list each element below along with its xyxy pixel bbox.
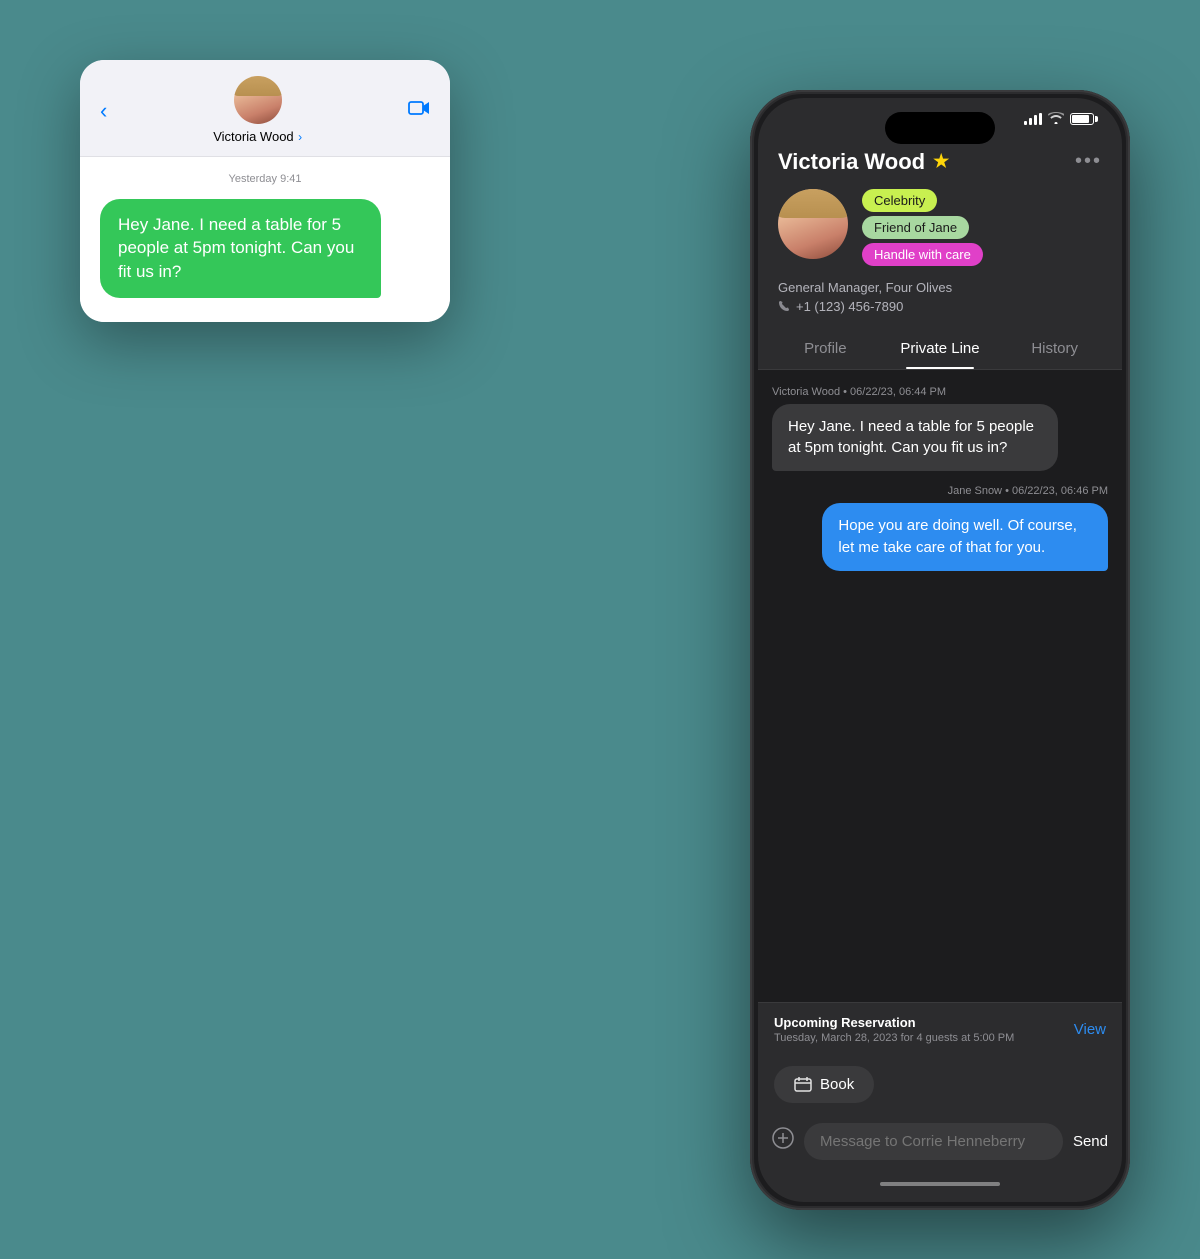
view-reservation-button[interactable]: View (1074, 1021, 1106, 1038)
book-bar: Book (758, 1056, 1122, 1113)
reservation-info: Upcoming Reservation Tuesday, March 28, … (774, 1015, 1014, 1044)
chat-area: Victoria Wood • 06/22/23, 06:44 PM Hey J… (758, 370, 1122, 1002)
imessage-header: ‹ Victoria Wood › (80, 60, 450, 157)
wifi-icon (1048, 112, 1064, 127)
imessage-contact: Victoria Wood › (117, 76, 398, 146)
book-button[interactable]: Book (774, 1066, 874, 1103)
contact-header: Victoria Wood ★ ••• Celebrity (758, 133, 1122, 326)
tab-private-line[interactable]: Private Line (883, 326, 998, 369)
reservation-title: Upcoming Reservation (774, 1015, 1014, 1030)
tab-profile[interactable]: Profile (768, 326, 883, 369)
message-row: Victoria Wood • 06/22/23, 06:44 PM Hey J… (772, 386, 1108, 472)
message-meta-received: Victoria Wood • 06/22/23, 06:44 PM (772, 386, 1108, 398)
contact-job-title: General Manager, Four Olives (778, 280, 1102, 295)
contact-avatar (778, 189, 848, 259)
reservation-bar: Upcoming Reservation Tuesday, March 28, … (758, 1002, 1122, 1056)
home-indicator (758, 1174, 1122, 1202)
imessage-body: Yesterday 9:41 Hey Jane. I need a table … (80, 157, 450, 322)
tag-celebrity: Celebrity (862, 189, 937, 212)
avatar (234, 76, 282, 124)
status-bar (758, 98, 1122, 133)
status-icons (1024, 112, 1094, 127)
tag-friend-of-jane: Friend of Jane (862, 216, 969, 239)
message-meta-sent: Jane Snow • 06/22/23, 06:46 PM (772, 485, 1108, 497)
imessage-contact-name: Victoria Wood › (117, 128, 398, 146)
contact-name: Victoria Wood ★ (778, 149, 949, 175)
bubble-sent: Hope you are doing well. Of course, let … (822, 503, 1108, 571)
message-input[interactable] (804, 1123, 1063, 1160)
dynamic-island (885, 112, 995, 144)
imessage-timestamp: Yesterday 9:41 (100, 173, 430, 185)
phone-frame: Victoria Wood ★ ••• Celebrity (750, 90, 1130, 1210)
home-bar (880, 1182, 1000, 1186)
more-options-button[interactable]: ••• (1075, 150, 1102, 173)
phone-screen: Victoria Wood ★ ••• Celebrity (758, 98, 1122, 1202)
tabs-bar: Profile Private Line History (758, 326, 1122, 370)
chevron-icon: › (298, 130, 302, 144)
imessage-bubble: Hey Jane. I need a table for 5 people at… (100, 199, 381, 298)
add-attachment-button[interactable] (772, 1127, 794, 1155)
back-button[interactable]: ‹ (100, 98, 107, 124)
tab-history[interactable]: History (997, 326, 1112, 369)
contact-phone: +1 (123) 456-7890 (778, 299, 1102, 314)
reservation-detail: Tuesday, March 28, 2023 for 4 guests at … (774, 1032, 1014, 1044)
message-row-sent: Jane Snow • 06/22/23, 06:46 PM Hope you … (772, 485, 1108, 571)
battery-icon (1070, 113, 1094, 125)
tags-area: Celebrity Friend of Jane Handle with car… (862, 189, 983, 270)
imessage-card: ‹ Victoria Wood › Yesterd (80, 60, 450, 322)
video-call-button[interactable] (408, 99, 430, 122)
star-icon: ★ (933, 151, 949, 172)
input-bar: Send (758, 1113, 1122, 1174)
contact-meta: General Manager, Four Olives +1 (123) 45… (778, 280, 1102, 326)
tag-handle-with-care: Handle with care (862, 243, 983, 266)
send-button[interactable]: Send (1073, 1133, 1108, 1150)
signal-bars-icon (1024, 113, 1042, 125)
bubble-received: Hey Jane. I need a table for 5 people at… (772, 404, 1058, 472)
